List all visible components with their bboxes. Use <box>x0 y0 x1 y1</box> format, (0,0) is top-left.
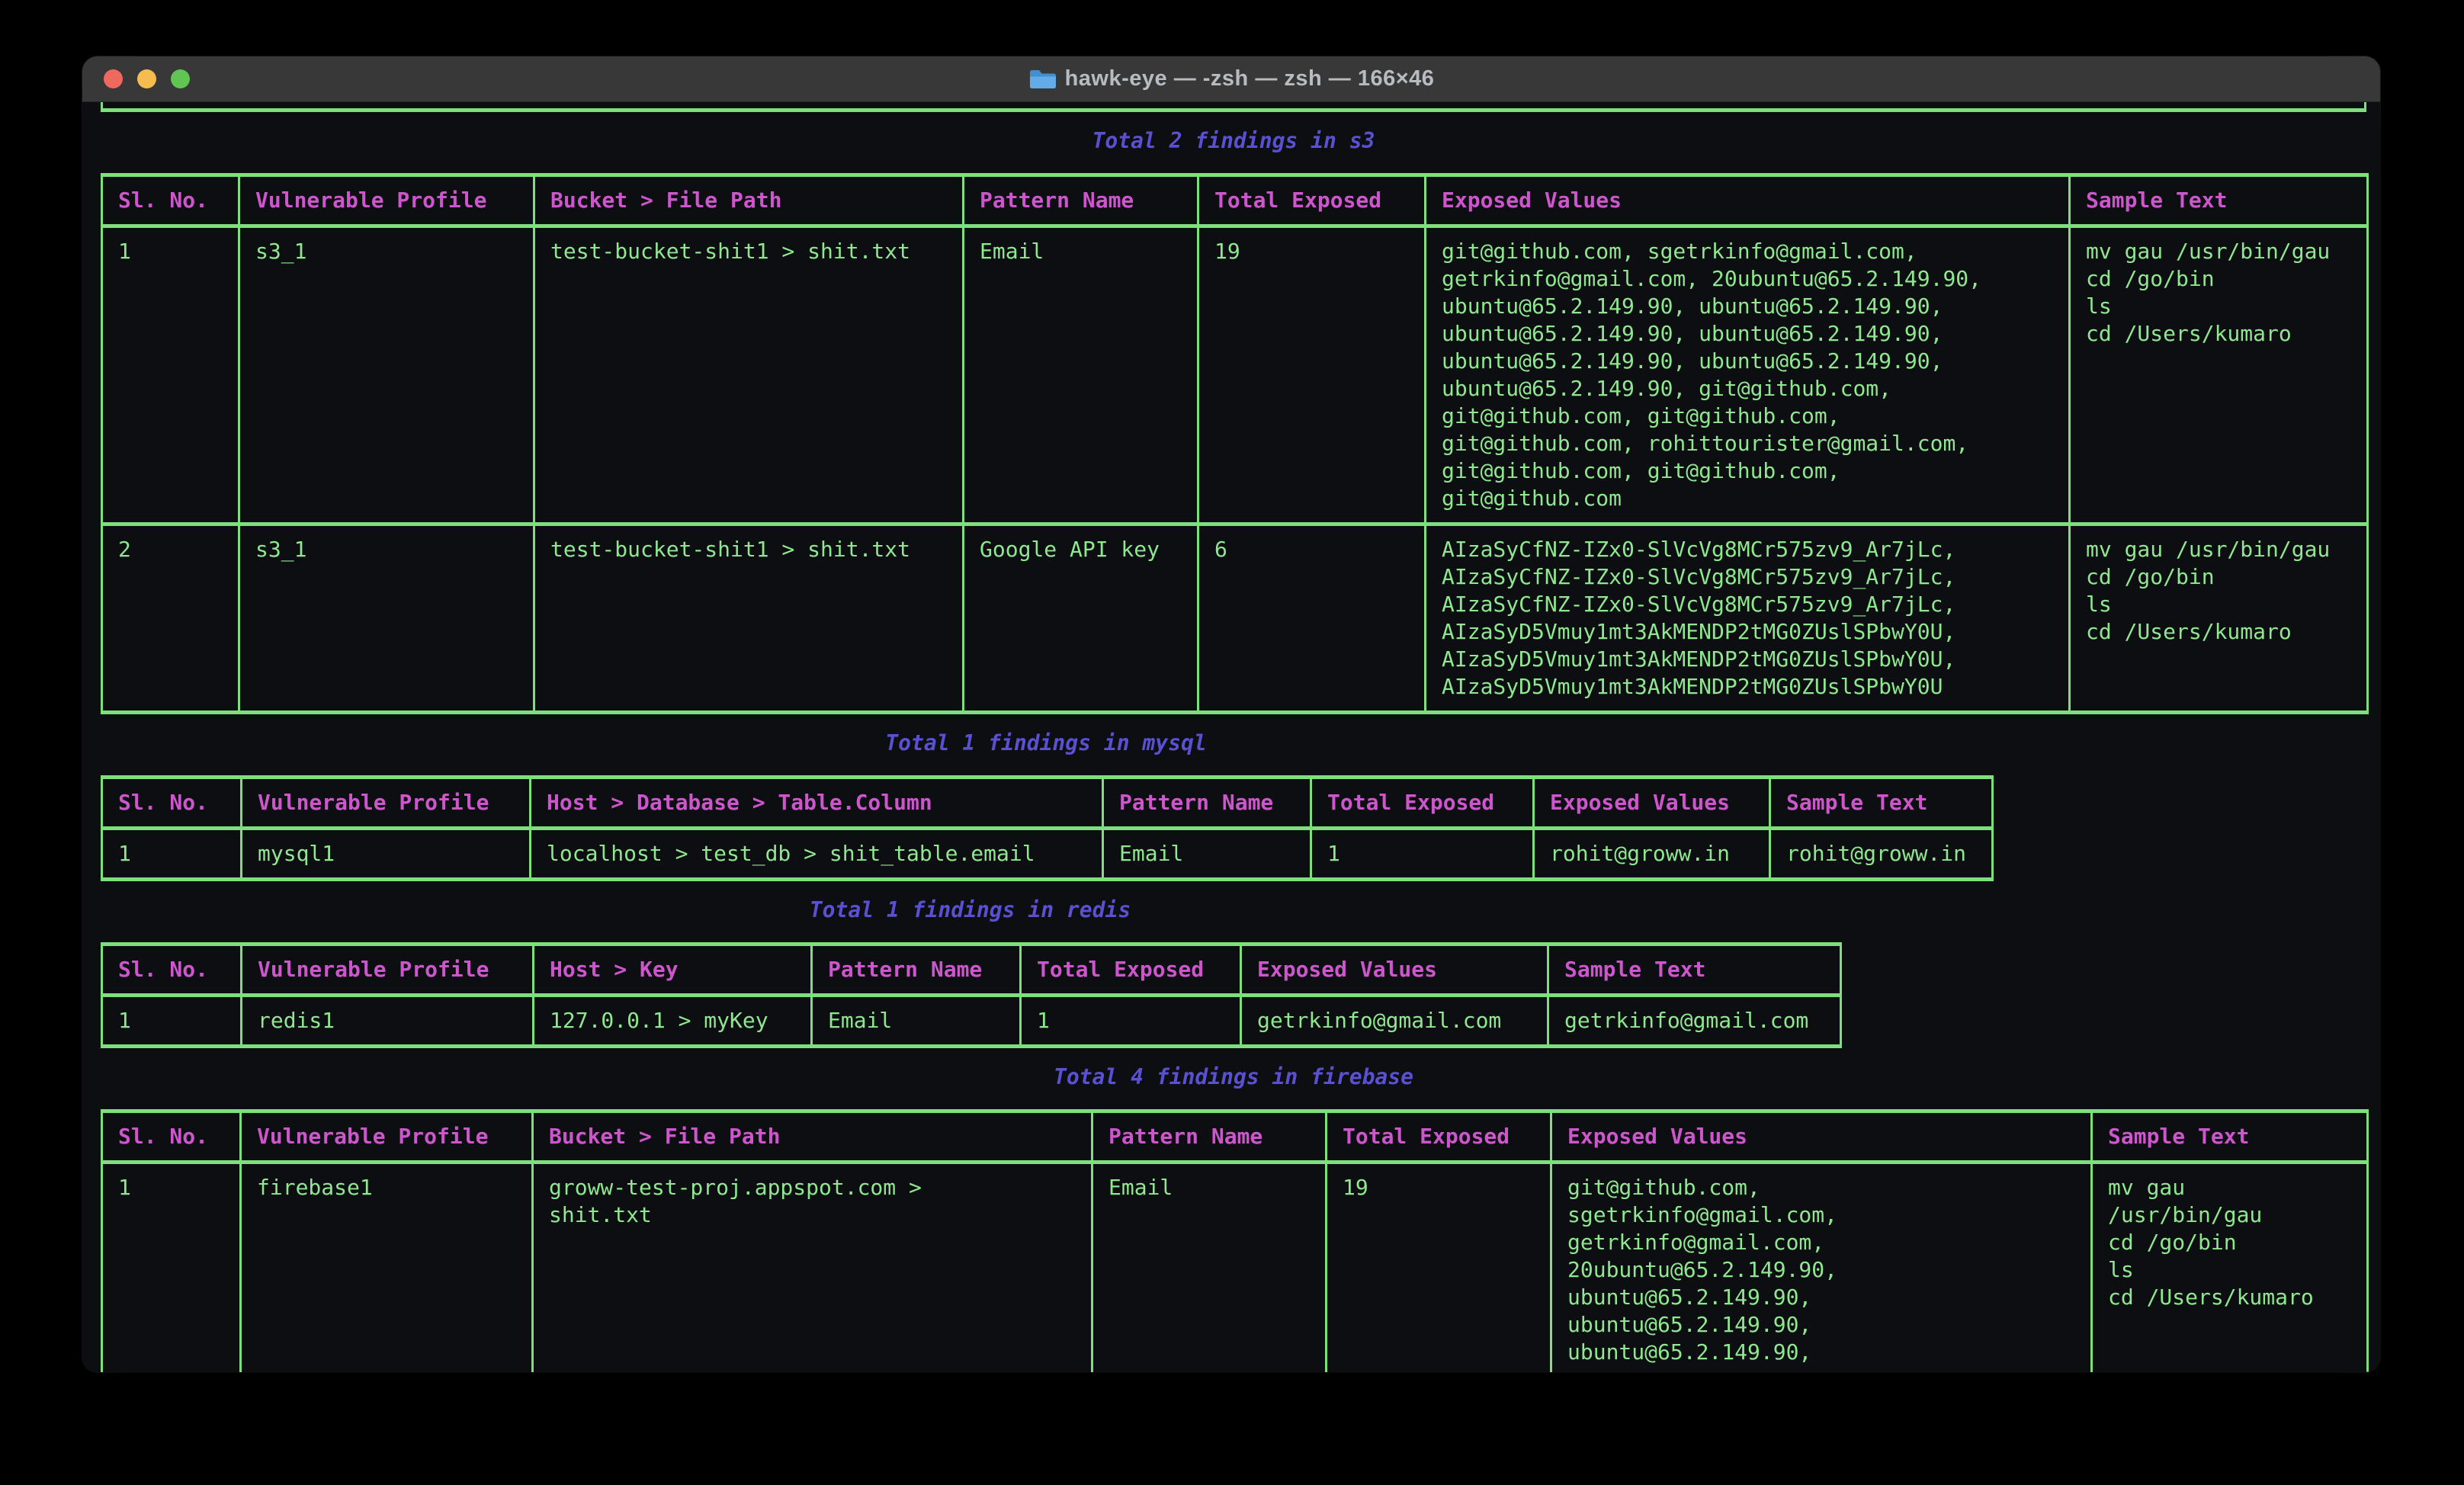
table-cell: 1 <box>102 1163 241 1373</box>
minimize-button[interactable] <box>137 69 156 88</box>
column-header: Pattern Name <box>964 175 1198 226</box>
column-header: Sl. No. <box>102 175 239 226</box>
table-cell: test-bucket-shit1 > shit.txt <box>534 524 964 713</box>
column-header: Total Exposed <box>1311 778 1534 829</box>
column-header: Sl. No. <box>102 1111 241 1163</box>
column-header: Vulnerable Profile <box>242 945 534 996</box>
table-cell: git@github.com, sgetrkinfo@gmail.com, ge… <box>1551 1163 2092 1373</box>
column-header: Bucket > File Path <box>533 1111 1092 1163</box>
column-header: Sl. No. <box>102 778 242 829</box>
table-row: 1firebase1groww-test-proj.appspot.com > … <box>102 1163 2368 1373</box>
findings-table-mysql: Sl. No.Vulnerable ProfileHost > Database… <box>101 775 1994 881</box>
column-header: Vulnerable Profile <box>242 778 531 829</box>
table-cell: localhost > test_db > shit_table.email <box>531 829 1103 880</box>
findings-sections: Total 2 findings in s3Sl. No.Vulnerable … <box>101 127 2380 1372</box>
table-cell: 1 <box>102 226 239 524</box>
header-row: Sl. No.Vulnerable ProfileHost > KeyPatte… <box>102 945 1841 996</box>
table-cell: mv gau /usr/bin/gau cd /go/bin ls cd /Us… <box>2070 226 2368 524</box>
table-cell: Email <box>812 996 1021 1047</box>
section-title-redis: Total 1 findings in redis <box>101 896 1840 924</box>
header-row: Sl. No.Vulnerable ProfileBucket > File P… <box>102 175 2368 226</box>
column-header: Pattern Name <box>1103 778 1311 829</box>
column-header: Vulnerable Profile <box>241 1111 533 1163</box>
column-header: Exposed Values <box>1534 778 1770 829</box>
table-cell: rohit@groww.in <box>1770 829 1993 880</box>
section-title-mysql: Total 1 findings in mysql <box>101 730 1991 757</box>
table-cell: 19 <box>1198 226 1426 524</box>
table-cell: Email <box>1103 829 1311 880</box>
table-cell: groww-test-proj.appspot.com > shit.txt <box>533 1163 1092 1373</box>
folder-icon <box>1028 68 1056 91</box>
column-header: Total Exposed <box>1327 1111 1551 1163</box>
column-header: Host > Key <box>534 945 812 996</box>
table-cell: git@github.com, sgetrkinfo@gmail.com, ge… <box>1426 226 2070 524</box>
table-cell: Google API key <box>964 524 1198 713</box>
terminal-window: hawk-eye — -zsh — zsh — 166×46 Total 2 f… <box>82 56 2380 1372</box>
truncated-table-bottom <box>101 102 2366 112</box>
table-cell: mysql1 <box>242 829 531 880</box>
column-header: Sample Text <box>2070 175 2368 226</box>
table-row: 1redis1127.0.0.1 > myKeyEmail1getrkinfo@… <box>102 996 1841 1047</box>
header-row: Sl. No.Vulnerable ProfileBucket > File P… <box>102 1111 2368 1163</box>
table-cell: redis1 <box>242 996 534 1047</box>
close-button[interactable] <box>104 69 123 88</box>
section-title-s3: Total 2 findings in s3 <box>101 127 2366 155</box>
column-header: Exposed Values <box>1551 1111 2092 1163</box>
table-cell: firebase1 <box>241 1163 533 1373</box>
zoom-button[interactable] <box>171 69 190 88</box>
table-row: 1s3_1test-bucket-shit1 > shit.txtEmail19… <box>102 226 2368 524</box>
table-cell: 127.0.0.1 > myKey <box>534 996 812 1047</box>
table-cell: s3_1 <box>239 524 534 713</box>
table-cell: 19 <box>1327 1163 1551 1373</box>
table-cell: rohit@groww.in <box>1534 829 1770 880</box>
table-cell: 1 <box>102 996 242 1047</box>
findings-table-redis: Sl. No.Vulnerable ProfileHost > KeyPatte… <box>101 942 1842 1048</box>
column-header: Sample Text <box>2092 1111 2368 1163</box>
section-title-firebase: Total 4 findings in firebase <box>101 1063 2366 1091</box>
column-header: Sl. No. <box>102 945 242 996</box>
table-cell: test-bucket-shit1 > shit.txt <box>534 226 964 524</box>
column-header: Exposed Values <box>1426 175 2070 226</box>
table-cell: mv gau /usr/bin/gau cd /go/bin ls cd /Us… <box>2070 524 2368 713</box>
header-row: Sl. No.Vulnerable ProfileHost > Database… <box>102 778 1993 829</box>
titlebar[interactable]: hawk-eye — -zsh — zsh — 166×46 <box>82 56 2380 102</box>
column-header: Pattern Name <box>812 945 1021 996</box>
findings-table-firebase: Sl. No.Vulnerable ProfileBucket > File P… <box>101 1109 2369 1372</box>
column-header: Sample Text <box>1770 778 1993 829</box>
window-title: hawk-eye — -zsh — zsh — 166×46 <box>1028 66 1435 91</box>
table-cell: s3_1 <box>239 226 534 524</box>
column-header: Sample Text <box>1548 945 1841 996</box>
table-cell: 6 <box>1198 524 1426 713</box>
column-header: Vulnerable Profile <box>239 175 534 226</box>
column-header: Bucket > File Path <box>534 175 964 226</box>
table-cell: 2 <box>102 524 239 713</box>
table-cell: 1 <box>1021 996 1241 1047</box>
table-cell: getrkinfo@gmail.com <box>1241 996 1548 1047</box>
table-row: 2s3_1test-bucket-shit1 > shit.txtGoogle … <box>102 524 2368 713</box>
desktop: hawk-eye — -zsh — zsh — 166×46 Total 2 f… <box>0 0 2464 1485</box>
table-cell: getrkinfo@gmail.com <box>1548 996 1841 1047</box>
column-header: Total Exposed <box>1021 945 1241 996</box>
column-header: Exposed Values <box>1241 945 1548 996</box>
findings-table-s3: Sl. No.Vulnerable ProfileBucket > File P… <box>101 173 2369 714</box>
table-cell: 1 <box>1311 829 1534 880</box>
table-cell: AIzaSyCfNZ-IZx0-SlVcVg8MCr575zv9_Ar7jLc,… <box>1426 524 2070 713</box>
table-row: 1mysql1localhost > test_db > shit_table.… <box>102 829 1993 880</box>
column-header: Total Exposed <box>1198 175 1426 226</box>
column-header: Pattern Name <box>1092 1111 1327 1163</box>
table-cell: 1 <box>102 829 242 880</box>
table-cell: Email <box>1092 1163 1327 1373</box>
traffic-lights <box>104 56 190 101</box>
table-cell: Email <box>964 226 1198 524</box>
window-title-text: hawk-eye — -zsh — zsh — 166×46 <box>1065 66 1435 91</box>
table-cell: mv gau /usr/bin/gau cd /go/bin ls cd /Us… <box>2092 1163 2368 1373</box>
terminal-content[interactable]: Total 2 findings in s3Sl. No.Vulnerable … <box>82 102 2380 1372</box>
column-header: Host > Database > Table.Column <box>531 778 1103 829</box>
